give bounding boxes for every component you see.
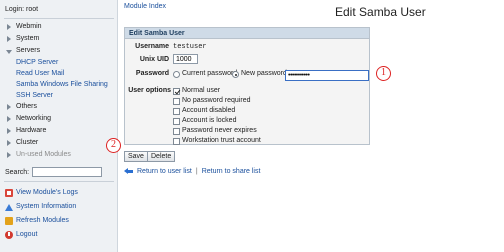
option-label: Workstation trust account [182,137,261,144]
workstation-trust-checkbox[interactable] [173,138,180,145]
return-to-user-list-link[interactable]: Return to user list [137,168,192,175]
username-value: testuser [173,43,207,51]
sidebar-item-cluster[interactable]: Cluster [0,137,118,149]
new-password-input[interactable]: ••••••••••• [285,70,369,81]
sidebar-item-label: Networking [16,115,52,122]
link-label: Logout [16,231,38,238]
username-label: Username [135,43,169,50]
no-password-required-checkbox[interactable] [173,98,180,105]
nav-menu: Webmin System Servers DHCP Server Read U… [0,21,118,161]
new-password-radio[interactable] [232,71,239,78]
sidebar-links: View Module's Logs System Information Re… [5,186,78,242]
sidebar-item-label: Servers [16,47,41,54]
panel-heading: Edit Samba User [125,28,369,39]
sidebar-item-label: Webmin [16,23,42,30]
back-arrow-icon [124,168,133,175]
chevron-right-icon [7,24,11,30]
sidebar-item-networking[interactable]: Networking [0,113,118,125]
system-info-icon [5,203,13,211]
password-never-expires-checkbox[interactable] [173,128,180,135]
refresh-icon [5,217,13,225]
sidebar-item-hardware[interactable]: Hardware [0,125,118,137]
sidebar-link-ssh-server[interactable]: SSH Server [0,90,118,101]
sidebar-item-system[interactable]: System [0,33,118,45]
option-label: Normal user [182,87,221,94]
link-label: View Module's Logs [16,189,78,196]
normal-user-checkbox[interactable] [173,88,180,95]
sidebar-link-dhcp-server[interactable]: DHCP Server [0,57,118,68]
sidebar-item-label: Un-used Modules [16,151,71,158]
option-label: Account is locked [182,117,237,124]
search-label: Search: [5,168,30,176]
logout-icon [5,231,13,239]
return-links: Return to user list | Return to share li… [124,168,260,175]
page-title: Edit Samba User [335,5,426,19]
sidebar-item-webmin[interactable]: Webmin [0,21,118,33]
uid-input[interactable] [173,54,198,64]
chevron-right-icon [7,140,11,146]
divider [4,18,114,19]
uid-label: Unix UID [139,56,169,63]
chevron-down-icon [6,50,12,54]
separator: | [195,168,198,175]
account-locked-checkbox[interactable] [173,118,180,125]
link-label: Refresh Modules [16,217,69,224]
account-disabled-checkbox[interactable] [173,108,180,115]
return-to-share-list-link[interactable]: Return to share list [202,168,261,175]
password-label: Password [135,70,169,77]
system-information-link[interactable]: System Information [5,200,78,214]
sidebar: Login: root Webmin System Servers DHCP S… [0,0,118,252]
sidebar-link-samba[interactable]: Samba Windows File Sharing [0,79,118,90]
sidebar-item-label: Others [16,103,38,110]
login-label: Login: root [5,6,39,13]
callout-1: 1 [376,66,391,81]
refresh-modules-link[interactable]: Refresh Modules [5,214,78,228]
new-password-label: New password [241,70,287,77]
link-label: System Information [16,203,77,210]
chevron-right-icon [7,36,11,42]
chevron-right-icon [7,128,11,134]
option-label: Account disabled [182,107,236,114]
sidebar-item-servers[interactable]: Servers [0,45,118,57]
callout-2: 2 [106,138,121,153]
search-input[interactable] [32,167,103,177]
user-options-label: User options [128,87,171,94]
edit-samba-user-panel: Edit Samba User Username testuser Unix U… [124,27,370,145]
chevron-right-icon [7,104,11,110]
sidebar-item-label: Cluster [16,139,39,146]
chevron-right-icon [7,116,11,122]
logout-link[interactable]: Logout [5,228,78,242]
option-label: No password required [182,97,251,104]
current-password-label: Current password [182,70,238,77]
sidebar-item-others[interactable]: Others [0,101,118,113]
divider [4,181,114,182]
search-row: Search: [5,167,103,177]
option-label: Password never expires [182,127,257,134]
sidebar-item-label: System [16,35,40,42]
logs-icon [5,189,13,197]
sidebar-item-label: Hardware [16,127,47,134]
save-button[interactable]: Save [124,151,148,162]
sidebar-item-unused-modules[interactable]: Un-used Modules [0,149,118,161]
module-index-link[interactable]: Module Index [124,3,166,10]
view-module-logs-link[interactable]: View Module's Logs [5,186,78,200]
sidebar-link-read-user-mail[interactable]: Read User Mail [0,68,118,79]
delete-button[interactable]: Delete [147,151,176,162]
current-password-radio[interactable] [173,71,180,78]
chevron-right-icon [7,152,11,158]
